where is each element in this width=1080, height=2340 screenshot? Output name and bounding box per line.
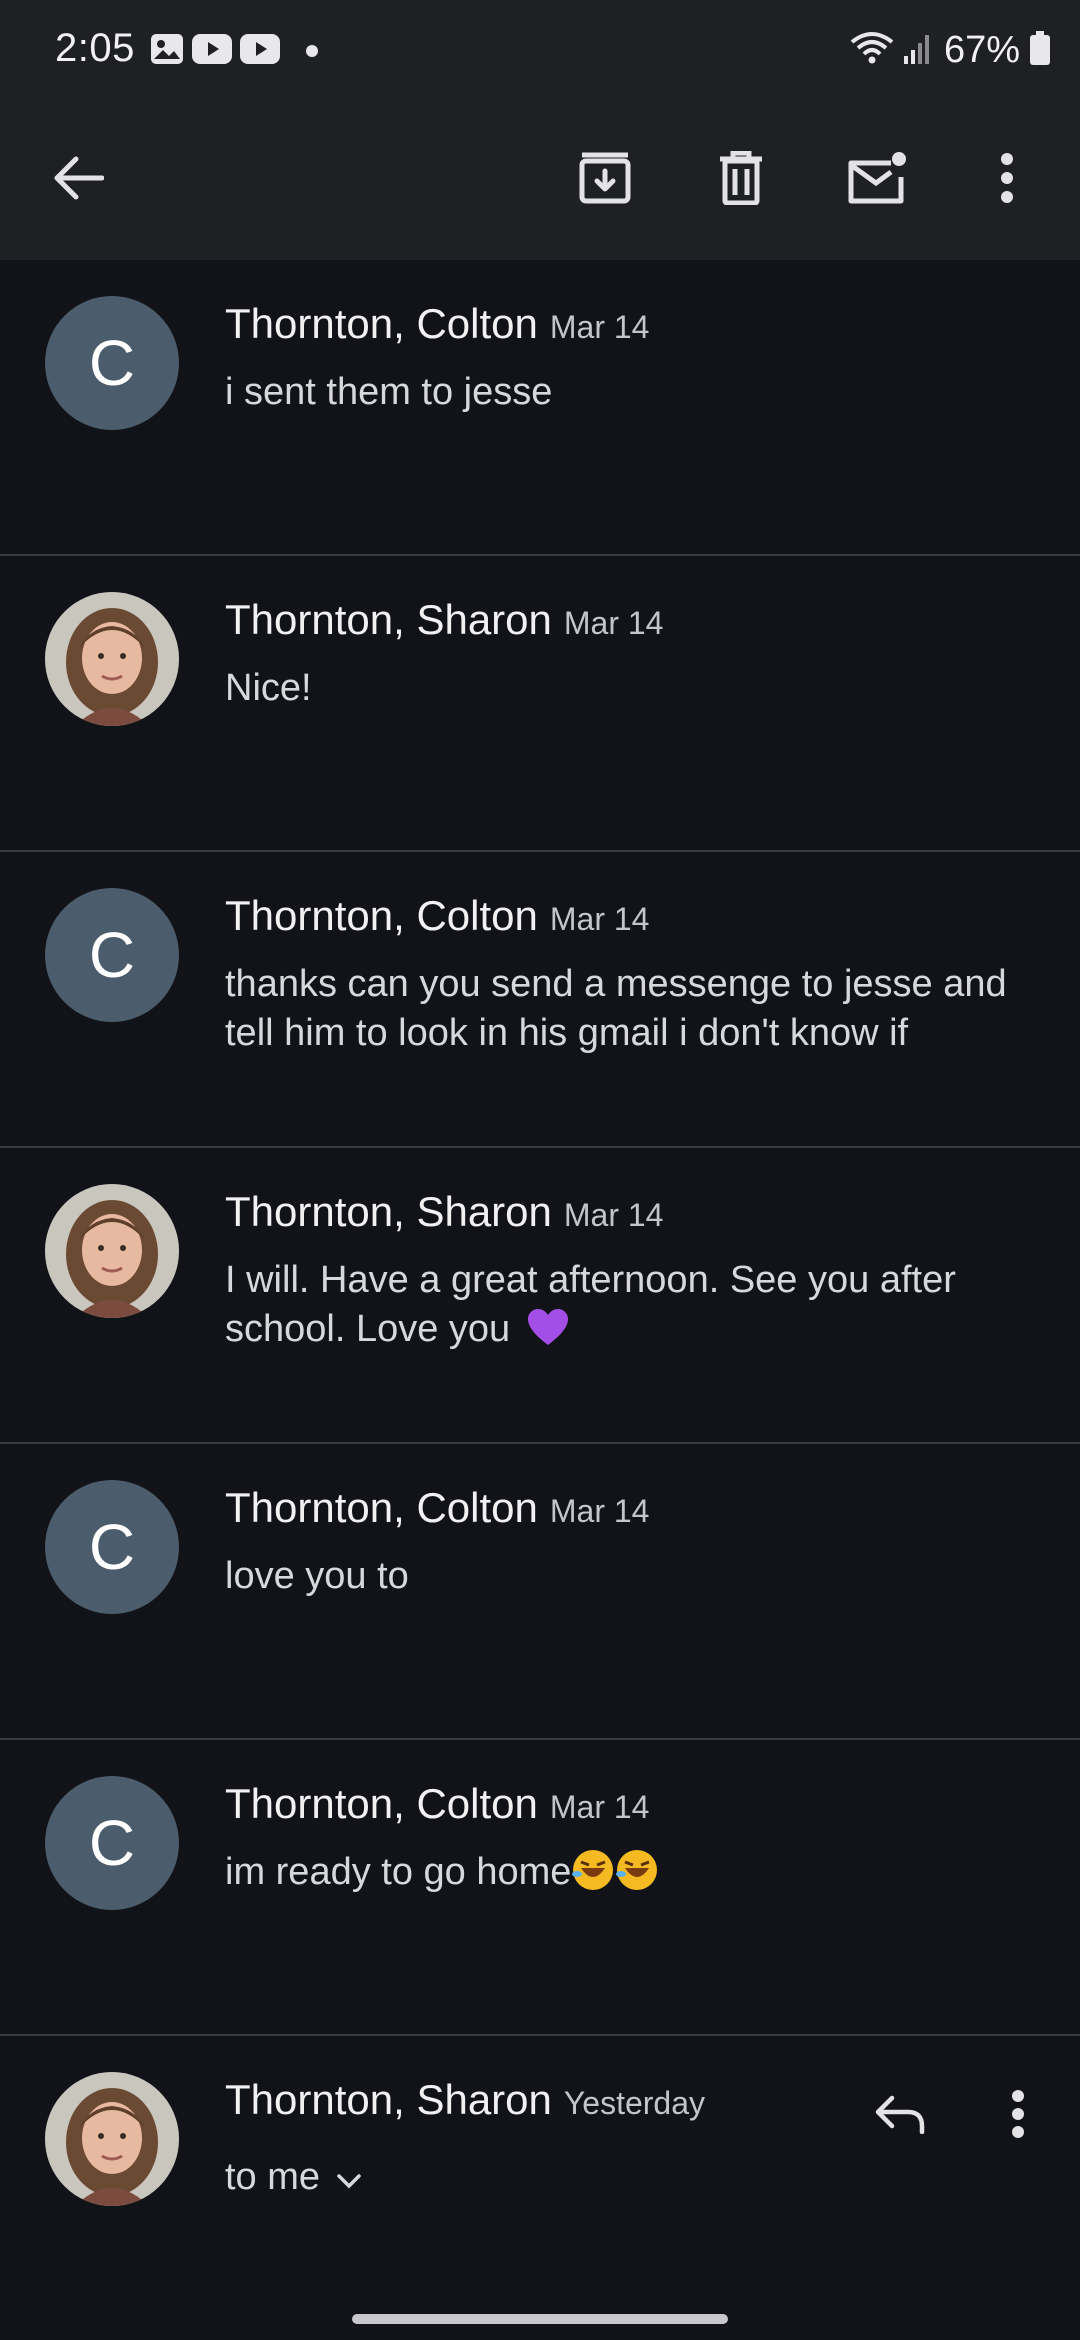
avatar-photo[interactable] bbox=[45, 1184, 179, 1318]
message-snippet: i sent them to jesse bbox=[225, 371, 553, 413]
back-arrow-icon bbox=[52, 155, 105, 206]
message-snippet-wrap: im ready to go home bbox=[225, 1848, 1045, 1897]
message-snippet: Nice! bbox=[225, 667, 312, 709]
more-vert-icon bbox=[1000, 152, 1014, 209]
battery-icon bbox=[1030, 30, 1050, 70]
sender-name: Thornton, Colton bbox=[225, 300, 538, 347]
wifi-icon bbox=[850, 30, 894, 71]
message-item[interactable]: C Thornton, Colton Mar 14 thanks can you… bbox=[0, 852, 1080, 1148]
mark-unread-icon bbox=[847, 151, 907, 210]
gesture-home-bar[interactable] bbox=[352, 2314, 728, 2324]
purple-heart-icon bbox=[527, 1309, 568, 1345]
recipient-label: to me bbox=[225, 2156, 321, 2198]
message-item[interactable]: C Thornton, Colton Mar 14 i sent them to… bbox=[0, 260, 1080, 556]
sender-name: Thornton, Colton bbox=[225, 1484, 538, 1531]
avatar-letter: C bbox=[88, 919, 136, 991]
chevron-down-icon bbox=[336, 2156, 362, 2199]
back-button[interactable] bbox=[38, 140, 118, 220]
avatar[interactable]: C bbox=[45, 1776, 179, 1910]
mark-unread-button[interactable] bbox=[837, 140, 917, 220]
profile-photo-icon bbox=[45, 1184, 179, 1318]
youtube-icon bbox=[192, 33, 232, 69]
message-item[interactable]: C Thornton, Colton Mar 14 love you to bbox=[0, 1444, 1080, 1740]
archive-icon bbox=[578, 151, 632, 210]
sender-name: Thornton, Sharon bbox=[225, 1188, 552, 1235]
message-item[interactable]: Thornton, Sharon Mar 14 Nice! bbox=[0, 556, 1080, 852]
avatar-letter: C bbox=[88, 1511, 136, 1583]
avatar-photo[interactable] bbox=[45, 2072, 179, 2206]
reply-button[interactable] bbox=[860, 2076, 940, 2156]
status-bar: 2:05 67% bbox=[0, 0, 1080, 100]
status-right: 67% bbox=[850, 26, 1050, 74]
youtube-icon bbox=[240, 33, 280, 69]
message-list: C Thornton, Colton Mar 14 i sent them to… bbox=[0, 260, 1080, 2266]
message-date: Mar 14 bbox=[563, 1197, 664, 1233]
message-date: Mar 14 bbox=[563, 605, 664, 641]
notification-icons bbox=[150, 33, 318, 70]
message-item[interactable]: Thornton, Sharon Mar 14 I will. Have a g… bbox=[0, 1148, 1080, 1444]
delete-button[interactable] bbox=[701, 140, 781, 220]
message-date: Mar 14 bbox=[549, 309, 650, 345]
avatar[interactable]: C bbox=[45, 888, 179, 1022]
message-date: Yesterday bbox=[563, 2085, 706, 2121]
signal-icon bbox=[903, 32, 934, 69]
avatar-letter: C bbox=[88, 327, 136, 399]
avatar[interactable]: C bbox=[45, 1480, 179, 1614]
message-date: Mar 14 bbox=[549, 901, 650, 937]
message-snippet: thanks can you send a messenge to jesse … bbox=[225, 963, 1007, 1054]
avatar[interactable]: C bbox=[45, 296, 179, 430]
thread-toolbar bbox=[0, 100, 1080, 260]
profile-photo-icon bbox=[45, 592, 179, 726]
status-time: 2:05 bbox=[55, 26, 135, 70]
avatar-photo[interactable] bbox=[45, 592, 179, 726]
rofl-emoji-icon bbox=[616, 1850, 658, 1890]
message-item[interactable]: C Thornton, Colton Mar 14 im ready to go… bbox=[0, 1740, 1080, 2036]
sender-name: Thornton, Colton bbox=[225, 892, 538, 939]
more-options-button[interactable] bbox=[967, 140, 1047, 220]
message-more-button[interactable] bbox=[978, 2076, 1058, 2156]
reply-icon bbox=[874, 2094, 926, 2139]
message-date: Mar 14 bbox=[549, 1493, 650, 1529]
profile-photo-icon bbox=[45, 2072, 179, 2206]
recipient-details-toggle[interactable]: to me bbox=[225, 2156, 362, 2199]
message-snippet: love you to bbox=[225, 1555, 409, 1597]
expanded-message-header[interactable]: Thornton, Sharon Yesterday to me bbox=[0, 2036, 1080, 2266]
sender-name: Thornton, Sharon bbox=[225, 2076, 552, 2123]
message-date: Mar 14 bbox=[549, 1789, 650, 1825]
avatar-letter: C bbox=[88, 1807, 136, 1879]
gallery-icon bbox=[150, 33, 184, 70]
more-notifications-dot bbox=[306, 45, 318, 57]
message-snippet: im ready to go home bbox=[225, 1851, 572, 1893]
archive-button[interactable] bbox=[565, 140, 645, 220]
battery-percent: 67% bbox=[943, 28, 1020, 71]
delete-icon bbox=[718, 150, 764, 210]
rofl-emoji-icon bbox=[572, 1850, 614, 1890]
more-vert-icon bbox=[1011, 2089, 1025, 2144]
sender-name: Thornton, Colton bbox=[225, 1780, 538, 1827]
message-snippet: I will. Have a great afternoon. See you … bbox=[225, 1259, 956, 1350]
message-snippet-wrap: I will. Have a great afternoon. See you … bbox=[225, 1256, 1045, 1354]
sender-name: Thornton, Sharon bbox=[225, 596, 552, 643]
